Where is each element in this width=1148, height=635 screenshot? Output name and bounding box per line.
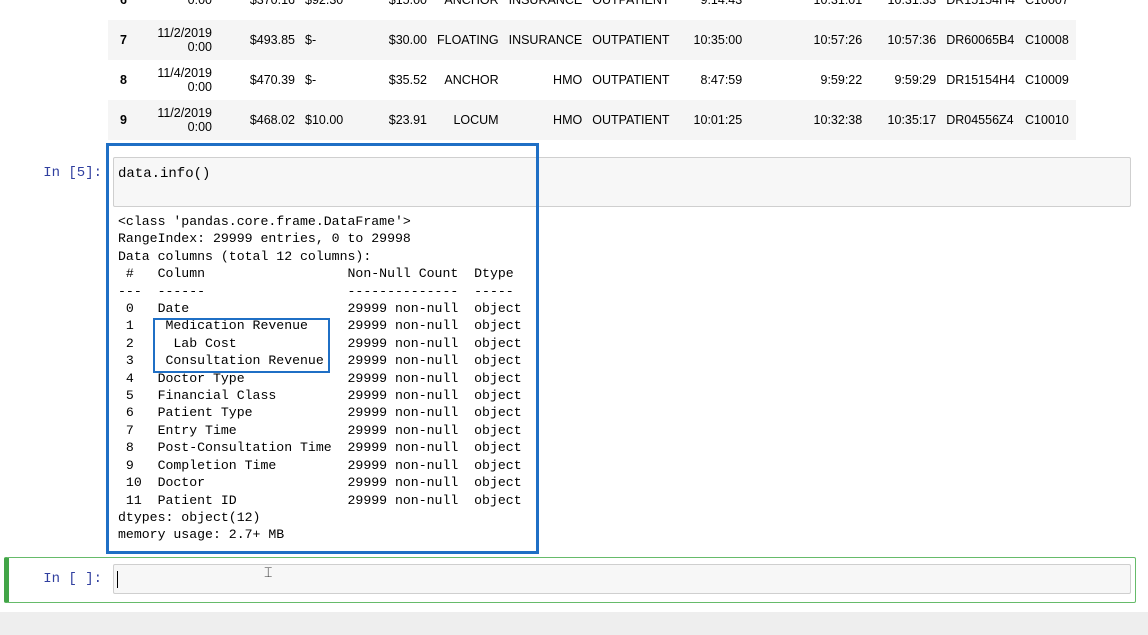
doctor-cell: DR60065B4 [941,20,1021,60]
date-cell: 11/2/2019 0:00 [147,100,228,140]
entry-time-cell: 8:47:59 [700,73,743,87]
financial-class-cell: HMO [553,73,583,87]
ibeam-cursor-icon: ⌶ [264,564,273,580]
doctor-cell: DR04556Z4 [941,100,1021,140]
row-index: 6 [120,0,127,7]
date-cell: 0:00 [147,0,228,20]
doctor-type-cell: ANCHOR [444,0,499,7]
time-value: 0:00 [187,120,212,134]
date-value: 11/2/2019 [157,26,212,40]
row-index: 7 [108,20,147,60]
doctor-cell: DR15154H4 [946,0,1016,7]
lab-cost-cell: $- [300,20,352,60]
doctor-cell: DR15154H4 [946,73,1016,87]
patient-id-cell: C10007 [1025,0,1069,7]
text-caret [117,571,118,588]
doctor-type-cell: LOCUM [432,100,504,140]
patient-type-cell: OUTPATIENT [592,0,670,7]
entry-time-cell: 10:35:00 [677,20,748,60]
table-row: 8 11/4/2019 0:00 $470.39 $- $35.52 ANCHOR HMO OU… [108,60,1076,100]
notebook-bottom-band [0,612,1148,635]
row-index: 8 [120,73,127,87]
medication-revenue-cell: $470.39 [249,73,295,87]
date-cell: 11/2/2019 0:00 [147,20,228,60]
dataframe-table: 6 0:00 $370.16 $92.30 $15.00 ANCHOR INSURANCE O… [108,0,1077,140]
financial-class-cell: INSURANCE [508,0,583,7]
table-row: 6 0:00 $370.16 $92.30 $15.00 ANCHOR INSURANCE O… [108,0,1076,20]
date-value: 11/2/2019 [157,106,212,120]
patient-type-cell: OUTPATIENT [592,73,670,87]
post-consultation-time-cell: 10:57:26 [747,20,868,60]
entry-time-cell: 9:14:43 [700,0,743,7]
time-value: 0:00 [187,40,212,54]
post-consultation-time-cell: 10:31:01 [813,0,863,7]
lab-cost-cell: $10.00 [300,100,352,140]
table-row: 7 11/2/2019 0:00 $493.85 $- $30.00 FLOATING INS… [108,20,1077,60]
post-consultation-time-cell: 10:32:38 [747,100,868,140]
entry-time-cell: 10:01:25 [677,100,748,140]
patient-id-cell: C10010 [1020,100,1077,140]
patient-type-cell: OUTPATIENT [587,20,678,60]
cell-5-prompt: In [5]: [43,165,102,181]
date-value: 11/4/2019 [157,66,212,80]
financial-class-cell: HMO [503,100,588,140]
row-index: 9 [108,100,147,140]
completion-time-cell: 10:57:36 [867,20,942,60]
doctor-type-cell: ANCHOR [444,73,499,87]
time-value: 0:00 [187,0,212,7]
consultation-revenue-cell: $23.91 [352,100,432,140]
consultation-revenue-cell: $15.00 [388,0,427,7]
completion-time-cell: 10:35:17 [867,100,942,140]
doctor-type-cell: FLOATING [432,20,504,60]
highlight-box-revenue-columns [153,318,330,373]
completion-time-cell: 9:59:29 [894,73,937,87]
medication-revenue-cell: $468.02 [228,100,300,140]
consultation-revenue-cell: $30.00 [352,20,432,60]
completion-time-cell: 10:31:33 [887,0,937,7]
patient-id-cell: C10008 [1020,20,1077,60]
time-value: 0:00 [187,80,212,94]
medication-revenue-cell: $370.16 [249,0,295,7]
patient-type-cell: OUTPATIENT [587,100,678,140]
lab-cost-cell: $- [305,73,317,87]
post-consultation-time-cell: 9:59:22 [820,73,863,87]
cell-new-prompt: In [ ]: [43,571,102,587]
patient-id-cell: C10009 [1025,73,1069,87]
table-row: 9 11/2/2019 0:00 $468.02 $10.00 $23.91 LOCUM HM… [108,100,1077,140]
financial-class-cell: INSURANCE [503,20,588,60]
consultation-revenue-cell: $35.52 [388,73,427,87]
lab-cost-cell: $92.30 [305,0,344,7]
medication-revenue-cell: $493.85 [228,20,300,60]
date-cell: 11/4/2019 0:00 [147,60,228,100]
